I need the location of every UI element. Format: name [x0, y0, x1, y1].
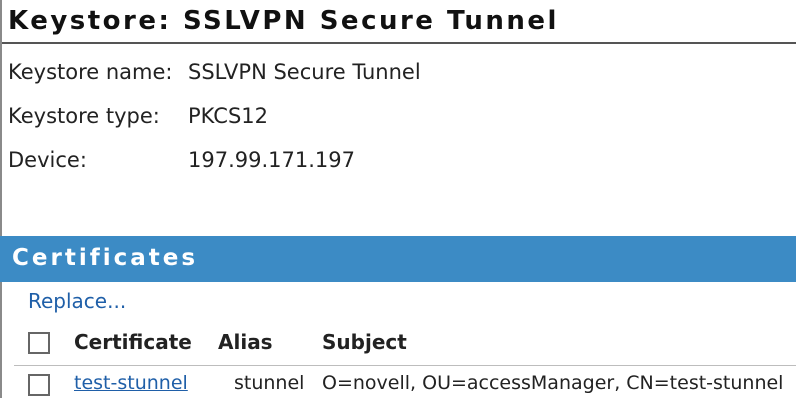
certificates-section-header: Certificates: [0, 236, 796, 282]
column-header-subject[interactable]: Subject: [322, 330, 407, 354]
certificate-alias: stunnel: [234, 372, 305, 394]
keystore-name-value: SSLVPN Secure Tunnel: [188, 60, 421, 84]
keystore-type-value: PKCS12: [188, 104, 269, 128]
column-header-certificate[interactable]: Certificate: [74, 330, 192, 354]
column-header-alias[interactable]: Alias: [218, 330, 273, 354]
device-value: 197.99.171.197: [188, 148, 355, 172]
certificate-subject: O=novell, OU=accessManager, CN=test-stun…: [322, 372, 784, 394]
table-header-divider: [14, 365, 796, 366]
keystore-details-page: Keystore: SSLVPN Secure Tunnel Keystore …: [0, 0, 796, 398]
replace-link[interactable]: Replace...: [28, 289, 126, 313]
keystore-type-label: Keystore type:: [8, 104, 160, 128]
keystore-name-label: Keystore name:: [8, 60, 173, 84]
left-border: [0, 0, 2, 398]
certificates-section-title: Certificates: [12, 245, 199, 271]
device-label: Device:: [8, 148, 87, 172]
certificate-link[interactable]: test-stunnel: [74, 372, 188, 394]
page-title-bar: Keystore: SSLVPN Secure Tunnel: [2, 0, 796, 44]
page-title: Keystore: SSLVPN Secure Tunnel: [8, 6, 559, 36]
row-select-checkbox[interactable]: [28, 374, 50, 396]
select-all-checkbox[interactable]: [28, 332, 50, 354]
